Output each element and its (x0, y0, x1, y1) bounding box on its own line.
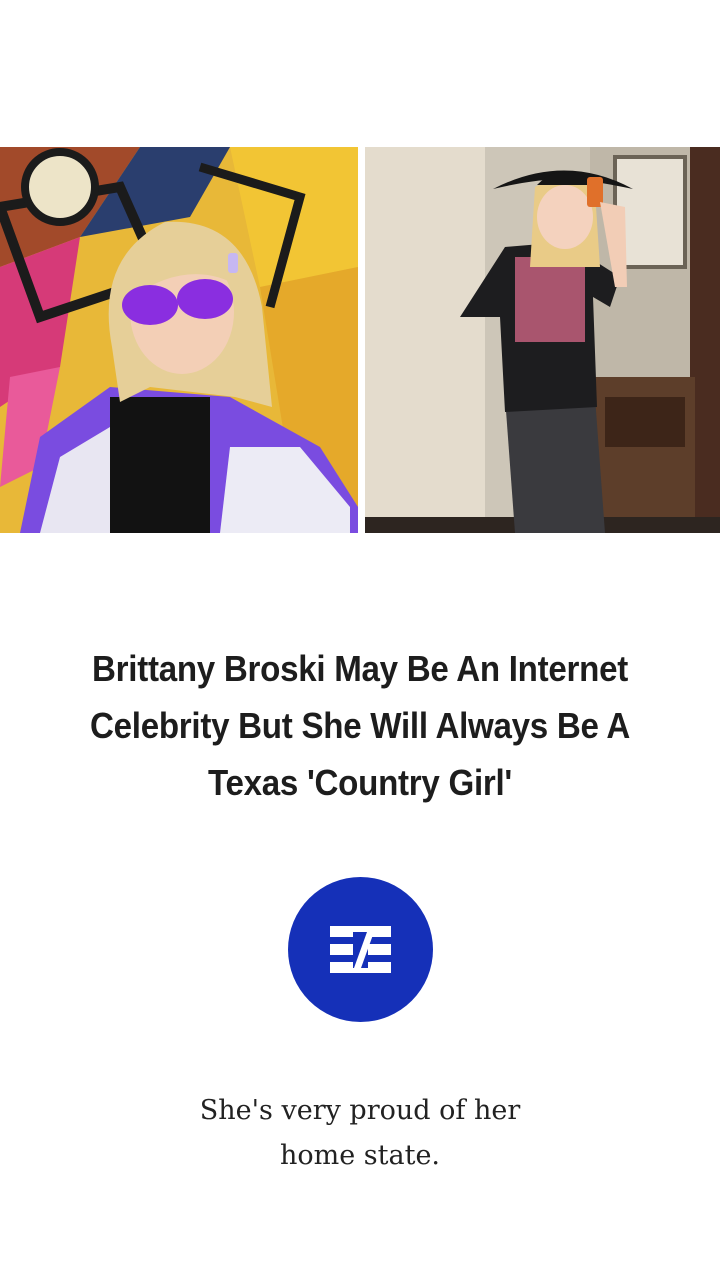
publisher-logo-icon (288, 877, 433, 1022)
story-headline: Brittany Broski May Be An Internet Celeb… (89, 648, 630, 803)
publisher-logo[interactable] (288, 877, 433, 1022)
story-caption: She's very proud of her home state. (199, 1095, 521, 1171)
story-photo-right (365, 147, 720, 533)
photo-woman-cowboy-hat-mirror-selfie (365, 147, 720, 533)
story-photo-left (0, 147, 358, 533)
story-photos (0, 147, 720, 533)
photo-woman-purple-jacket-mural (0, 147, 358, 533)
